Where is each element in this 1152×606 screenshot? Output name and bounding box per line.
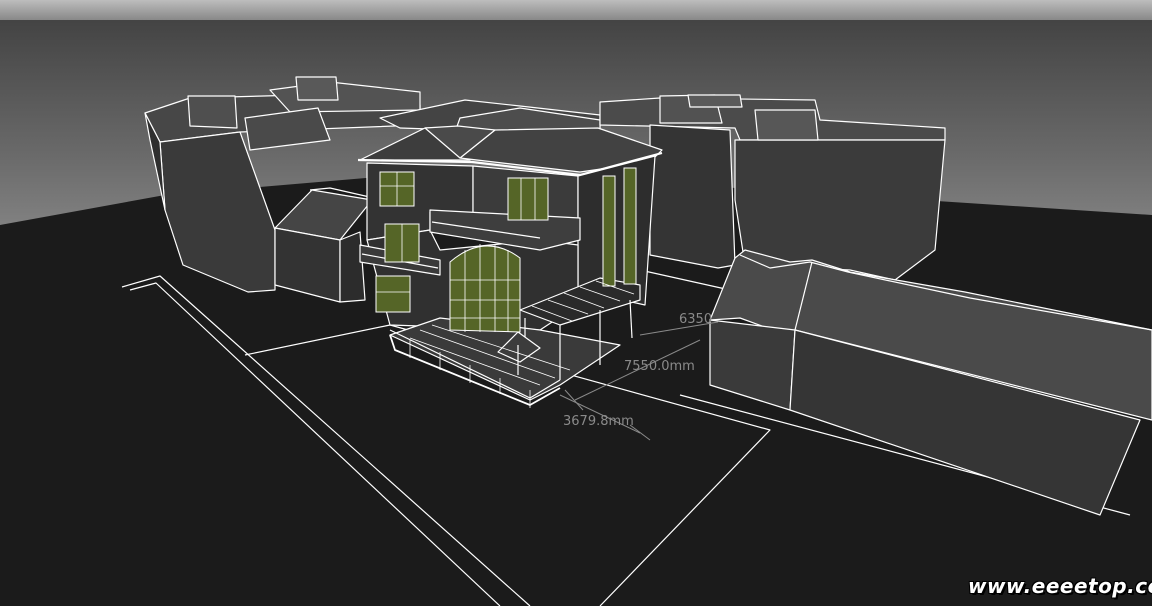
block-left-stair xyxy=(295,76,339,101)
dimension-label-7550: 7550.0mm xyxy=(624,359,695,374)
viewport-top-edge xyxy=(0,0,1152,20)
3d-viewport[interactable]: 6350 7550.0mm 3679.8mm www.eeeetop.com xyxy=(0,0,1152,606)
dimension-label-6350: 6350 xyxy=(679,312,713,327)
block-right-mid xyxy=(649,124,736,269)
villa-arch-window xyxy=(449,245,521,333)
villa-window-lower-left xyxy=(375,275,411,313)
block-right-penthouse-2 xyxy=(754,109,819,141)
model-scene[interactable] xyxy=(0,0,1152,606)
villa-window-tall-1 xyxy=(602,175,616,287)
block-left-penthouse xyxy=(187,95,238,129)
watermark-text: www.eeeetop.com xyxy=(968,574,1152,598)
block-right-stair xyxy=(687,94,743,108)
villa-window-tall-2 xyxy=(623,167,637,285)
small-house-side xyxy=(339,231,366,303)
dimension-label-3679: 3679.8mm xyxy=(563,414,634,429)
villa-window-upper-right xyxy=(507,177,549,221)
